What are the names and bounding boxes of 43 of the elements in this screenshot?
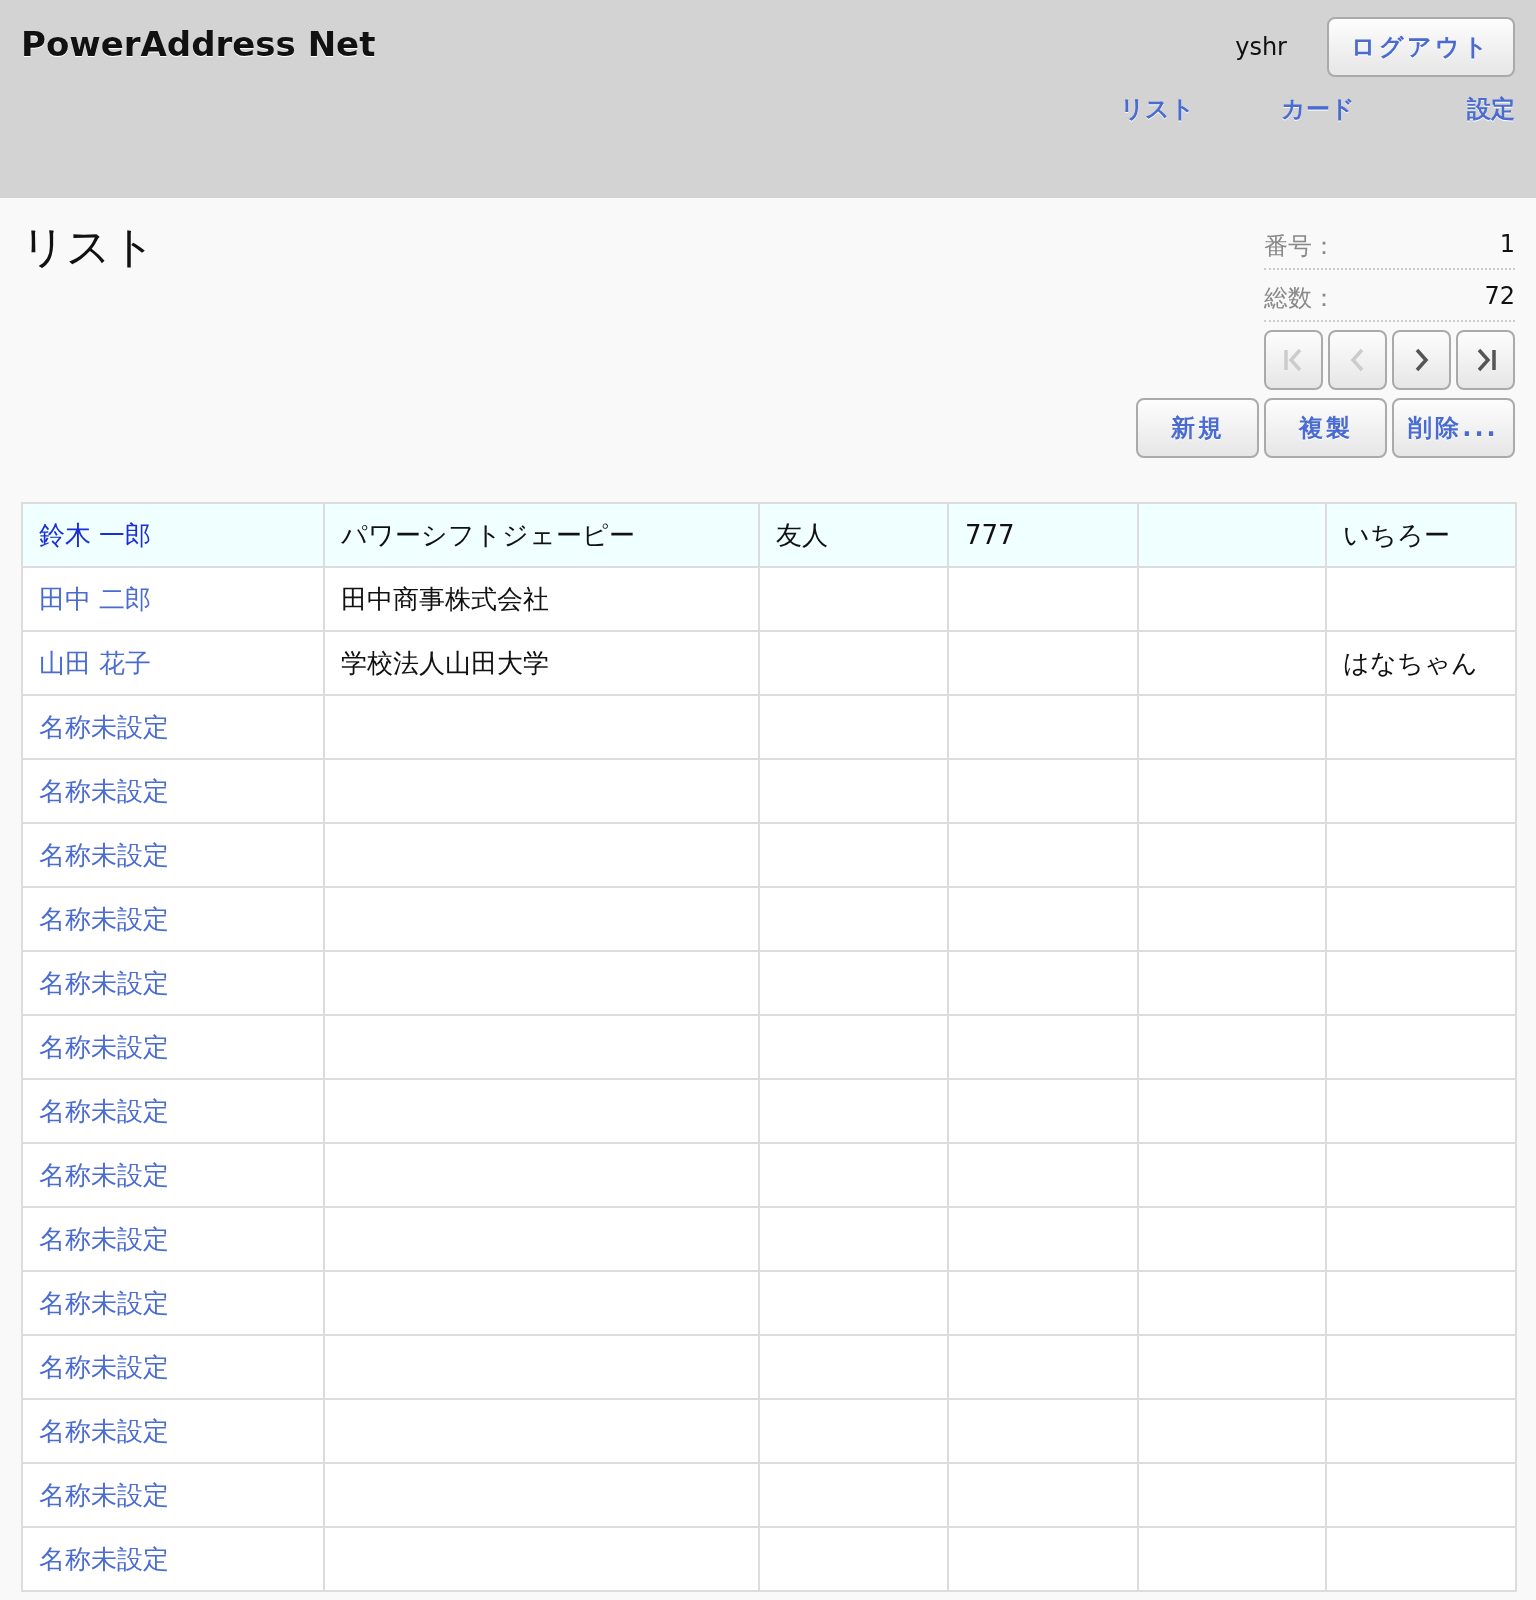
table-row[interactable]: 山田 花子 学校法人山田大学 はなちゃん — [22, 631, 1516, 695]
table-row[interactable]: 名称未設定 — [22, 1527, 1516, 1591]
username: yshr — [1235, 33, 1287, 61]
table-cell: 田中商事株式会社 — [341, 583, 549, 614]
app-title: PowerAddress Net — [21, 24, 376, 64]
nav-link[interactable]: リスト — [1035, 93, 1195, 125]
contact-name-link[interactable]: 山田 花子 — [39, 647, 152, 678]
info-value: 1 — [1499, 230, 1515, 260]
table-row[interactable]: 名称未設定 — [22, 1079, 1516, 1143]
nav-link[interactable]: カード — [1195, 93, 1355, 125]
action-button[interactable]: 新規 — [1136, 398, 1259, 458]
table-cell: パワーシフトジェーピー — [341, 519, 635, 550]
contact-name-link[interactable]: 鈴木 一郎 — [39, 519, 152, 550]
table-row[interactable]: 名称未設定 — [22, 1271, 1516, 1335]
table-row[interactable]: 名称未設定 — [22, 1463, 1516, 1527]
table-row[interactable]: 名称未設定 — [22, 1015, 1516, 1079]
table-cell: はなちゃん — [1343, 647, 1478, 678]
table-row[interactable]: 名称未設定 — [22, 887, 1516, 951]
info-label: 番号： — [1264, 231, 1336, 262]
contact-name-link[interactable]: 田中 二郎 — [39, 583, 152, 614]
table-row[interactable]: 名称未設定 — [22, 1143, 1516, 1207]
info-label: 総数： — [1264, 283, 1336, 314]
table-row[interactable]: 鈴木 一郎 パワーシフトジェーピー 友人 777 いちろー — [22, 503, 1516, 567]
table-row[interactable]: 名称未設定 — [22, 1335, 1516, 1399]
table-row[interactable]: 名称未設定 — [22, 823, 1516, 887]
table-cell: 学校法人山田大学 — [341, 647, 549, 678]
logout-button[interactable]: ログアウト — [1327, 17, 1515, 77]
table-cell: いちろー — [1343, 519, 1450, 550]
pager-button[interactable] — [1456, 330, 1515, 390]
info-value: 72 — [1484, 282, 1515, 312]
action-button[interactable]: 複製 — [1264, 398, 1387, 458]
table-row[interactable]: 名称未設定 — [22, 1399, 1516, 1463]
table-row[interactable]: 田中 二郎 田中商事株式会社 — [22, 567, 1516, 631]
table-row[interactable]: 名称未設定 — [22, 695, 1516, 759]
page-title: リスト — [21, 220, 156, 274]
pager-button[interactable] — [1392, 330, 1451, 390]
table-cell: 友人 — [776, 519, 828, 550]
table-row[interactable]: 名称未設定 — [22, 1207, 1516, 1271]
table-row[interactable]: 名称未設定 — [22, 951, 1516, 1015]
nav-link[interactable]: 設定 — [1355, 93, 1515, 125]
table-row[interactable]: 名称未設定 — [22, 759, 1516, 823]
action-button[interactable]: 削除... — [1392, 398, 1515, 458]
table-cell: 777 — [965, 520, 1015, 550]
